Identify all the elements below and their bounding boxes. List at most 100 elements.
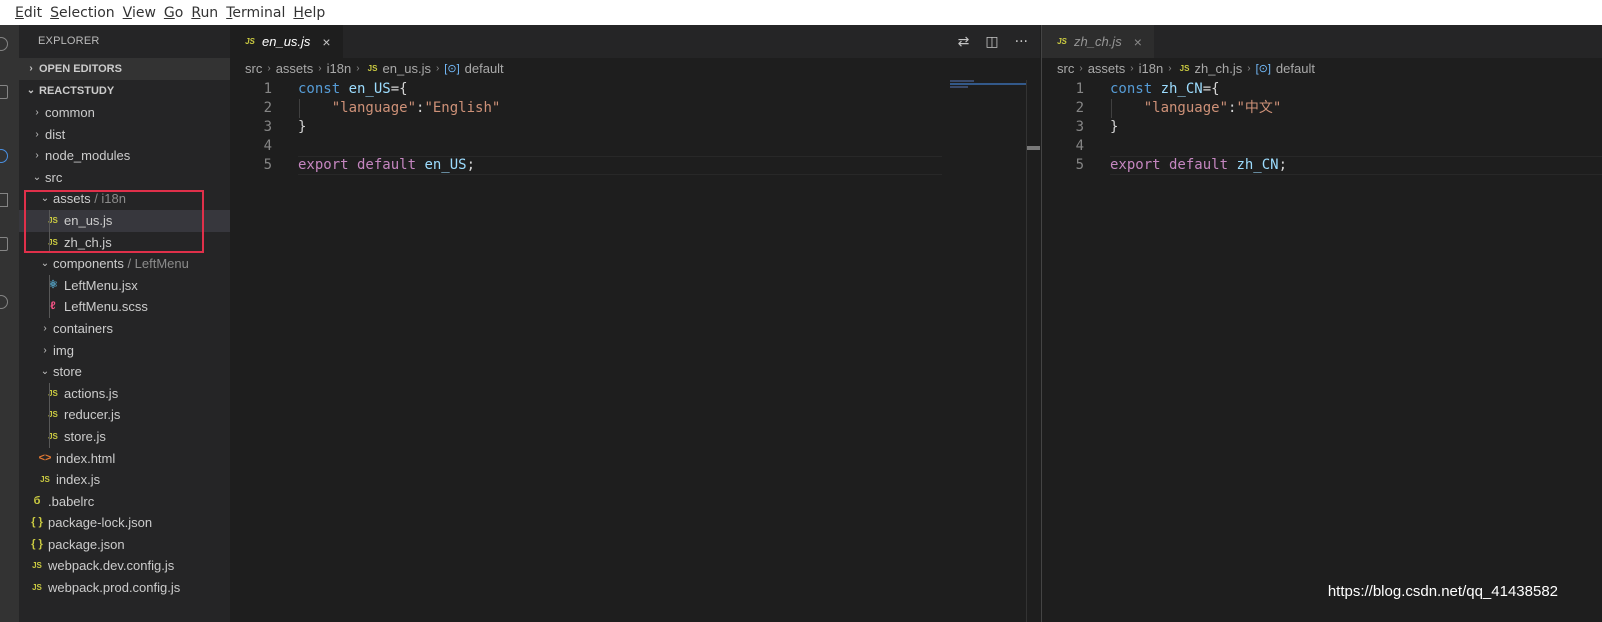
tree-item-compact-path: / i18n [90,191,126,207]
minimap[interactable] [950,80,1028,90]
breadcrumb-item[interactable]: src [1057,58,1074,80]
compare-changes-icon[interactable]: ⇄ [958,34,970,50]
extensions-icon[interactable] [0,237,8,251]
file-item[interactable]: JS reducer.js [19,404,230,426]
js-file-icon: JS [48,388,58,398]
folder-item[interactable]: › containers [19,318,230,340]
file-item[interactable]: JS webpack.dev.config.js [19,555,230,577]
file-item[interactable]: JS store.js [19,425,230,448]
tree-item-name: store [53,364,82,380]
files-icon[interactable] [0,85,8,99]
source-control-icon[interactable] [0,149,8,163]
file-item[interactable]: <> index.html [19,448,230,470]
editor-group-right: JS zh_ch.js × src › assets › i18n › JS zh_ch.js… [1041,25,1602,622]
close-icon[interactable]: × [322,34,330,50]
split-editor-icon[interactable]: ◫ [985,34,998,50]
remote-icon[interactable] [0,295,8,309]
current-line-highlight [298,156,942,175]
line-number: 2 [263,100,272,116]
folder-item[interactable]: › img [19,340,230,362]
file-item[interactable]: JS en_us.js [19,209,230,232]
scrollbar-thumb[interactable] [1027,146,1040,150]
code-editor[interactable]: 1 const en_US={2 "language":"English" 3} 4 5… [230,80,1040,175]
tree-item-label: img [53,340,74,362]
indent-guide [49,231,50,254]
file-item[interactable]: { } package-lock.json [19,512,230,534]
folder-item[interactable]: ⌄ components / LeftMenu [19,253,230,275]
tree-item-name: index.js [56,472,101,488]
folder-item[interactable]: ⌄ assets / i18n [19,188,230,210]
explorer-icon[interactable] [0,37,8,51]
tree-item-label: zh_ch.js [64,232,112,254]
tab-bar-right: JS zh_ch.js × [1042,25,1602,58]
line-content: } [272,118,306,137]
menu-item-edit[interactable]: Edit [14,5,43,21]
breadcrumb-item[interactable]: i18n [1139,58,1164,80]
more-actions-icon[interactable]: ··· [1015,34,1028,50]
tree-item-label: src [45,167,62,189]
file-item[interactable]: JS zh_ch.js [19,231,230,254]
menu-item-terminal[interactable]: Terminal [225,5,286,21]
tree-item-name: actions.js [64,385,119,401]
project-section[interactable]: ⌄ REACTSTUDY [19,80,230,102]
line-content: const en_US={ [272,80,408,99]
tree-item-name: zh_ch.js [64,234,112,250]
folder-item[interactable]: › dist [19,124,230,146]
tree-item-label: LeftMenu.scss [64,296,148,318]
tab-en-us[interactable]: JS en_us.js × [230,25,343,58]
breadcrumb-item[interactable]: default [1276,58,1315,80]
babel-file-icon: б [33,494,41,507]
file-item[interactable]: ⚛ LeftMenu.jsx [19,274,230,297]
folder-item[interactable]: ⌄ src [19,167,230,189]
indent-guide [49,425,50,448]
file-item[interactable]: JS index.js [19,469,230,491]
menu-item-run[interactable]: Run [190,5,219,21]
tab-label: zh_ch.js [1074,34,1122,49]
activity-bar [0,25,19,622]
tree-item-label: components / LeftMenu [53,253,189,275]
vertical-scrollbar[interactable] [1026,80,1040,622]
breadcrumb-item[interactable]: default [465,58,504,80]
file-item[interactable]: JS webpack.prod.config.js [19,577,230,599]
tree-item-label: reducer.js [64,404,120,426]
line-number: 4 [1075,138,1084,154]
chevron-right-icon: › [1247,63,1251,74]
run-icon[interactable] [0,193,8,207]
menu-item-help[interactable]: Help [292,5,326,21]
folder-item[interactable]: › node_modules [19,145,230,167]
tree-item-name: package-lock.json [48,515,153,531]
breadcrumb-item[interactable]: assets [1088,58,1126,80]
line-content [1084,137,1110,156]
menu-item-go[interactable]: Go [163,5,184,21]
breadcrumb-item[interactable]: i18n [327,58,352,80]
chevron-right-icon: › [35,128,39,140]
tree-item-name: webpack.dev.config.js [48,558,175,574]
code-editor[interactable]: 1 const zh_CN={2 "language":"中文" 3} 4 5 expor… [1042,80,1602,175]
close-icon[interactable]: × [1134,34,1142,50]
code-token: "language" [331,100,417,116]
file-item[interactable]: ℓ LeftMenu.scss [19,296,230,318]
open-editors-section[interactable]: › OPEN EDITORS [19,58,230,80]
menu-item-view[interactable]: View [122,5,157,21]
breadcrumb-item[interactable]: en_us.js [383,58,431,80]
folder-item[interactable]: › common [19,102,230,124]
breadcrumb-item[interactable]: assets [276,58,314,80]
tree-item-label: assets / i18n [53,188,126,210]
chevron-down-icon: ⌄ [32,171,42,183]
tab-zh-ch[interactable]: JS zh_ch.js × [1042,25,1154,58]
tree-item-name: common [45,105,95,120]
menu-item-selection[interactable]: Selection [49,5,116,21]
file-item[interactable]: б .babelrc [19,491,230,513]
breadcrumb-item[interactable]: src [245,58,262,80]
code-token: ={ [1202,81,1220,97]
file-item[interactable]: JS actions.js [19,382,230,405]
tree-item-label: package-lock.json [48,512,152,534]
tree-item-label: package.json [48,534,125,556]
file-tree: › common › dist › node_modules ⌄ src ⌄ assets / i… [19,102,230,599]
file-item[interactable]: { } package.json [19,534,230,556]
chevron-right-icon: › [1130,63,1134,74]
breadcrumb-item[interactable]: zh_ch.js [1195,58,1243,80]
line-number: 2 [1075,100,1084,116]
folder-item[interactable]: ⌄ store [19,361,230,383]
